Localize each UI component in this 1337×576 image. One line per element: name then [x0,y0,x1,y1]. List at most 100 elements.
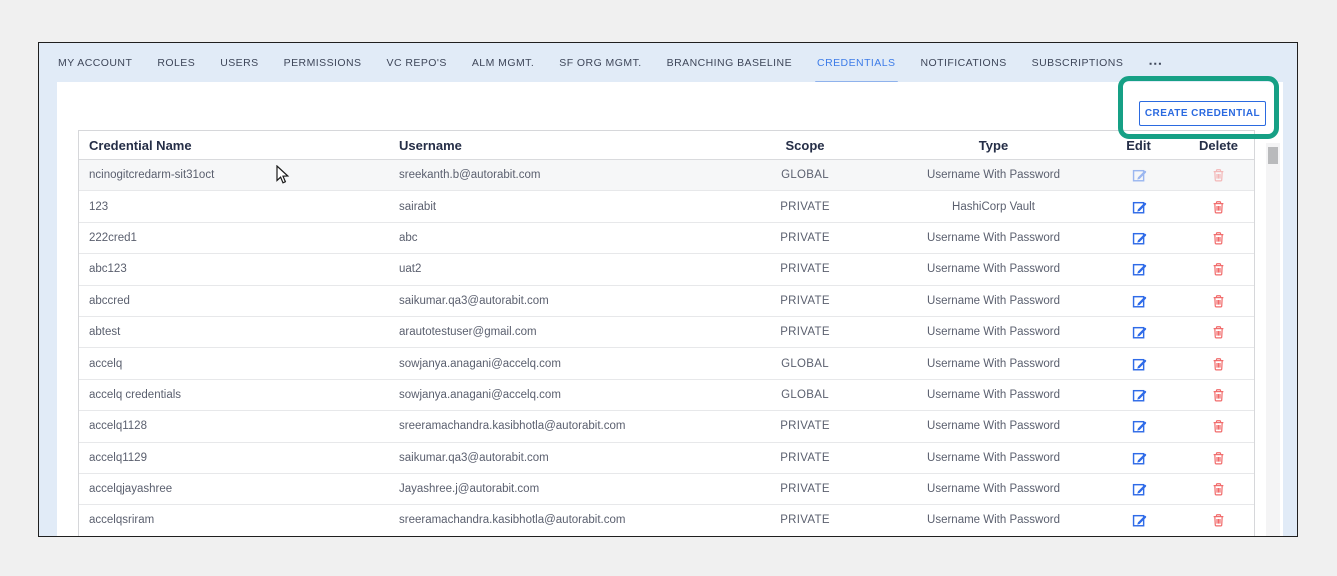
delete-button[interactable] [1211,230,1226,246]
type-cell: Username With Password [891,358,1096,370]
table-row[interactable]: 222cred1 abc PRIVATE Username With Passw… [79,223,1254,254]
delete-button[interactable] [1211,512,1226,528]
credential-name-cell: accelqsriram [79,514,389,526]
col-header-credential-name: Credential Name [79,138,389,153]
delete-button[interactable] [1211,167,1226,183]
table-row[interactable]: abc123 uat2 PRIVATE Username With Passwo… [79,254,1254,285]
username-cell: uat2 [389,263,719,275]
type-cell: Username With Password [891,514,1096,526]
tab-my-account[interactable]: MY ACCOUNT [58,55,132,71]
tab-branching-baseline[interactable]: BRANCHING BASELINE [667,55,792,71]
tab-notifications[interactable]: NOTIFICATIONS [921,55,1007,71]
delete-button[interactable] [1211,387,1226,403]
tab-subscriptions[interactable]: SUBSCRIPTIONS [1032,55,1124,71]
table-body: ncinogitcredarm-sit31oct sreekanth.b@aut… [79,160,1254,537]
table-row[interactable]: accelq1128 sreeramachandra.kasibhotla@au… [79,411,1254,442]
table-row[interactable]: ncinogitcredarm-sit31oct sreekanth.b@aut… [79,160,1254,191]
username-cell: abc [389,232,719,244]
delete-button[interactable] [1211,481,1226,497]
edit-icon [1131,230,1147,246]
edit-icon [1131,481,1147,497]
edit-button[interactable] [1131,512,1147,528]
col-header-delete: Delete [1181,138,1256,153]
delete-button[interactable] [1211,261,1226,277]
edit-button[interactable] [1131,387,1147,403]
edit-button[interactable] [1131,450,1147,466]
edit-button[interactable] [1131,167,1147,183]
username-cell: saikumar.qa3@autorabit.com [389,295,719,307]
edit-icon [1131,293,1147,309]
credentials-table: Credential Name Username Scope Type Edit… [78,130,1255,537]
edit-icon [1131,199,1147,215]
edit-button[interactable] [1131,261,1147,277]
username-cell: saikumar.qa3@autorabit.com [389,452,719,464]
edit-button[interactable] [1131,230,1147,246]
edit-button[interactable] [1131,481,1147,497]
scope-cell: PRIVATE [719,232,891,244]
trash-icon [1211,293,1226,309]
edit-button[interactable] [1131,199,1147,215]
delete-button[interactable] [1211,356,1226,372]
tab-sf-org-mgmt[interactable]: SF ORG MGMT. [559,55,641,71]
col-header-edit: Edit [1096,138,1181,153]
trash-icon [1211,418,1226,434]
tab-credentials[interactable]: CREDENTIALS [817,55,895,71]
credential-name-cell: accelq [79,358,389,370]
tab-alm-mgmt[interactable]: ALM MGMT. [472,55,534,71]
type-cell: Username With Password [891,389,1096,401]
trash-icon [1211,356,1226,372]
credential-name-cell: abccred [79,295,389,307]
table-row[interactable]: accelq1129 saikumar.qa3@autorabit.com PR… [79,443,1254,474]
scope-cell: GLOBAL [719,389,891,401]
more-tabs-button[interactable]: ⋯ [1148,57,1163,69]
scope-cell: PRIVATE [719,483,891,495]
create-credential-button[interactable]: CREATE CREDENTIAL [1139,101,1266,126]
tab-vc-repos[interactable]: VC REPO'S [387,55,447,71]
delete-button[interactable] [1211,450,1226,466]
table-row[interactable]: 123 sairabit PRIVATE HashiCorp Vault [79,191,1254,222]
table-row[interactable]: accelq sowjanya.anagani@accelq.com GLOBA… [79,348,1254,379]
edit-icon [1131,418,1147,434]
table-header: Credential Name Username Scope Type Edit… [79,131,1254,160]
delete-button[interactable] [1211,199,1226,215]
col-header-type: Type [891,138,1096,153]
trash-icon [1211,512,1226,528]
credential-name-cell: 123 [79,201,389,213]
trash-icon [1211,230,1226,246]
tab-roles[interactable]: ROLES [157,55,195,71]
table-scrollbar[interactable] [1266,143,1280,536]
edit-button[interactable] [1131,293,1147,309]
table-row[interactable]: accelq credentials sowjanya.anagani@acce… [79,380,1254,411]
col-header-username: Username [389,138,719,153]
type-cell: Username With Password [891,452,1096,464]
credential-name-cell: accelq1129 [79,452,389,464]
table-row[interactable]: abccred saikumar.qa3@autorabit.com PRIVA… [79,286,1254,317]
credential-name-cell: accelqjayashree [79,483,389,495]
trash-icon [1211,199,1226,215]
table-row[interactable]: accelqsriram sreeramachandra.kasibhotla@… [79,505,1254,536]
delete-button[interactable] [1211,293,1226,309]
edit-button[interactable] [1131,418,1147,434]
credential-name-cell: abc123 [79,263,389,275]
tab-users[interactable]: USERS [220,55,258,71]
delete-button[interactable] [1211,418,1226,434]
scope-cell: PRIVATE [719,420,891,432]
scope-cell: PRIVATE [719,201,891,213]
trash-icon [1211,450,1226,466]
trash-icon [1211,481,1226,497]
table-row[interactable]: abtest arautotestuser@gmail.com PRIVATE … [79,317,1254,348]
table-row[interactable]: accelqjayashree Jayashree.j@autorabit.co… [79,474,1254,505]
edit-icon [1131,261,1147,277]
delete-button[interactable] [1211,324,1226,340]
tab-bar: MY ACCOUNT ROLES USERS PERMISSIONS VC REPO'S… [39,43,1297,82]
type-cell: Username With Password [891,169,1096,181]
scope-cell: PRIVATE [719,263,891,275]
scope-cell: GLOBAL [719,169,891,181]
edit-button[interactable] [1131,356,1147,372]
tab-permissions[interactable]: PERMISSIONS [284,55,362,71]
trash-icon [1211,387,1226,403]
scrollbar-thumb[interactable] [1268,147,1278,164]
type-cell: Username With Password [891,420,1096,432]
username-cell: sreekanth.b@autorabit.com [389,169,719,181]
edit-button[interactable] [1131,324,1147,340]
